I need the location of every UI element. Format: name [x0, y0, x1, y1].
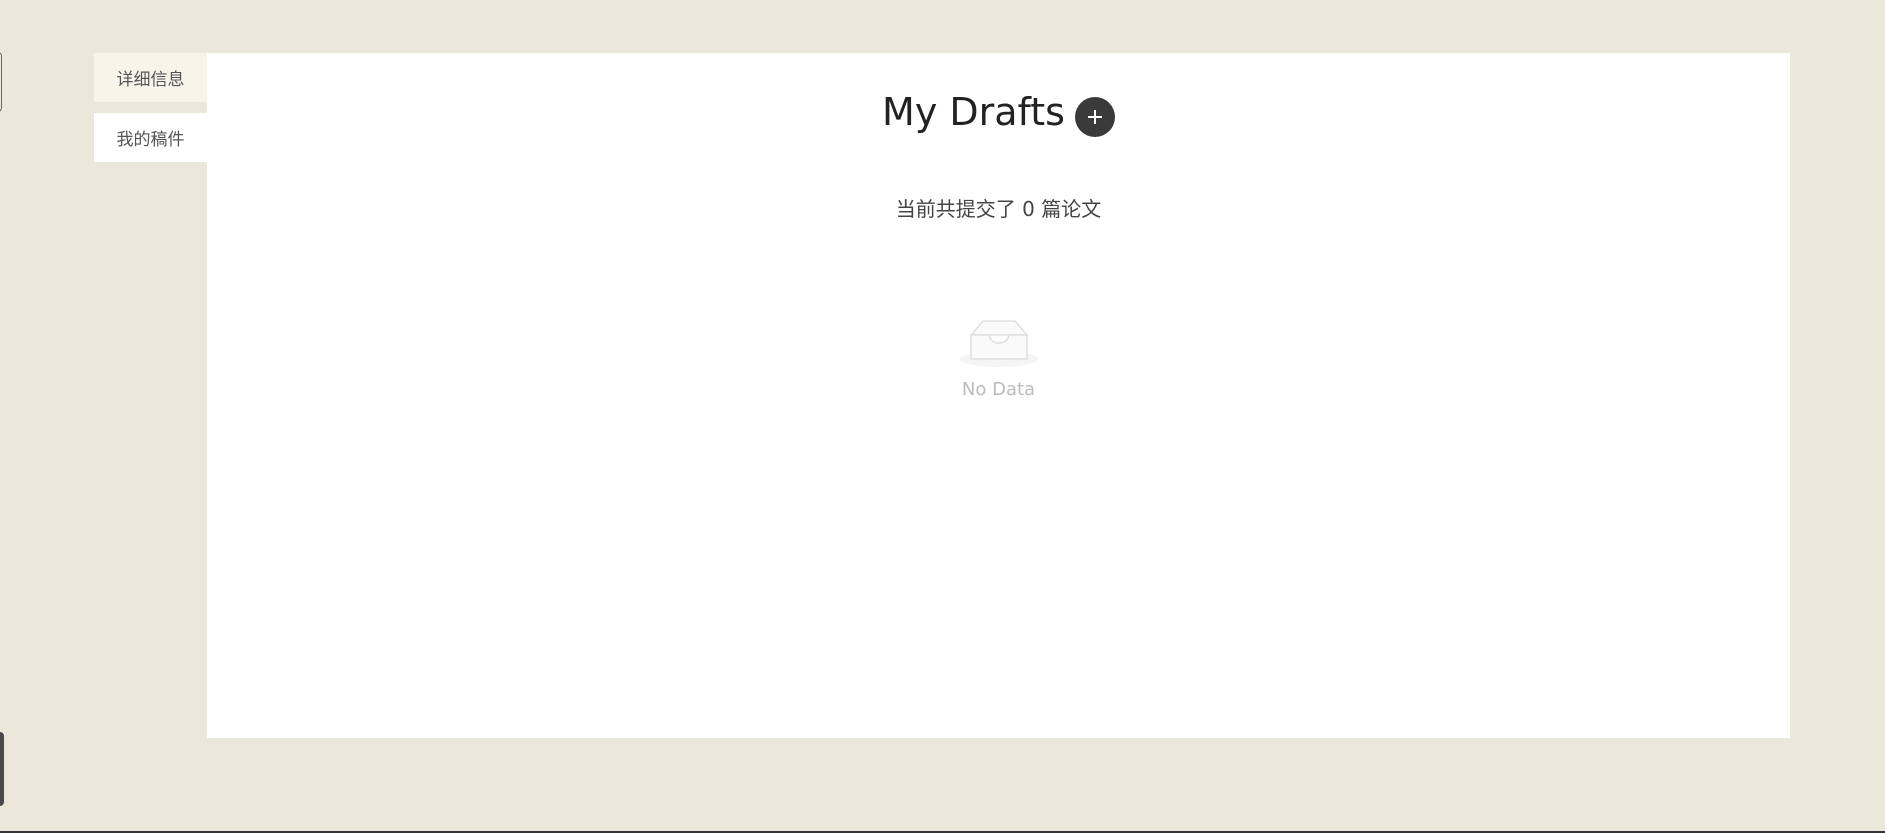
- tab-details[interactable]: 详细信息: [94, 53, 207, 102]
- drafts-panel: My Drafts 当前共提交了 0 篇论文 No Data: [207, 53, 1790, 738]
- plus-icon: [1087, 110, 1102, 124]
- side-tabs: 详细信息 我的稿件: [94, 53, 207, 162]
- add-draft-button[interactable]: [1074, 97, 1115, 137]
- submission-summary: 当前共提交了 0 篇论文: [895, 197, 1102, 221]
- title-row: My Drafts: [207, 87, 1790, 137]
- page-title: My Drafts: [882, 90, 1065, 134]
- tab-my-drafts[interactable]: 我的稿件: [94, 113, 207, 162]
- empty-state: No Data: [207, 315, 1790, 400]
- left-edge-tab[interactable]: [0, 52, 2, 112]
- tab-my-drafts-label: 我的稿件: [116, 130, 185, 150]
- page: 详细信息 我的稿件 My Drafts 当前共提交了 0 篇论文 No Data: [0, 0, 1885, 833]
- left-edge-handle[interactable]: [0, 732, 4, 806]
- empty-inbox-icon: [959, 315, 1039, 369]
- tab-details-label: 详细信息: [116, 70, 185, 90]
- empty-state-text: No Data: [961, 379, 1036, 400]
